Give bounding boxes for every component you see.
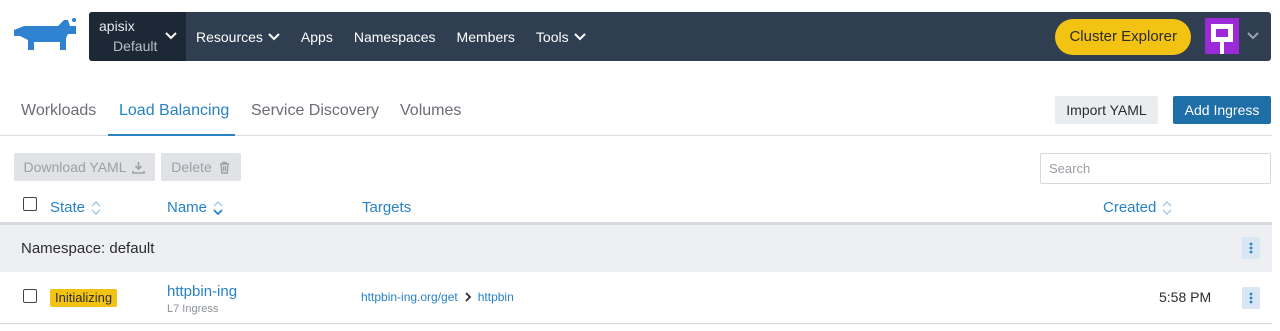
column-targets-label: Targets [362,199,412,216]
ingress-type-label: L7 Ingress [167,303,219,315]
nav-apps-label: Apps [300,28,333,45]
column-name-label: Name [167,199,208,216]
column-created-header[interactable]: Created [1103,199,1172,216]
add-ingress-button[interactable]: Add Ingress [1173,96,1271,124]
cluster-project-switcher[interactable]: apisix Default [89,12,186,61]
nav-apps[interactable]: Apps [301,29,333,45]
delete-label: Delete [171,159,212,175]
user-avatar[interactable] [1205,18,1239,54]
row-actions-menu[interactable] [1242,287,1260,309]
target-mapping: httpbin-ing.org/get httpbin [361,290,514,304]
ingress-name-link[interactable]: httpbin-ing [167,283,237,300]
download-yaml-button[interactable]: Download YAML [14,153,155,181]
search-input[interactable] [1040,153,1271,184]
target-service-link[interactable]: httpbin [478,290,514,304]
namespace-group-row: Namespace: default [0,222,1272,272]
delete-button[interactable]: Delete [161,153,241,181]
chevron-down-icon [268,32,280,40]
download-yaml-label: Download YAML [23,159,127,175]
download-icon [132,161,146,174]
chevron-down-icon [165,32,177,40]
column-name-header[interactable]: Name [167,199,223,216]
chevron-down-icon [573,32,586,40]
tab-workloads[interactable]: Workloads [21,102,96,120]
row-checkbox[interactable] [23,289,37,303]
cluster-name: apisix [99,18,135,34]
chevron-right-icon [465,292,472,302]
chevron-down-icon[interactable] [1247,31,1259,41]
project-name: Default [113,38,158,54]
nav-namespaces[interactable]: Namespaces [354,29,436,45]
namespace-group-label: Namespace: default [21,240,155,257]
sort-icon [91,200,101,215]
group-actions-menu[interactable] [1242,237,1260,259]
sort-icon [213,200,223,215]
nav-namespaces-label: Namespaces [353,28,436,45]
select-all-checkbox[interactable] [23,197,37,211]
nav-resources[interactable]: Resources [196,29,280,45]
nav-resources-label: Resources [196,28,263,45]
column-state-header[interactable]: State [50,199,101,216]
nav-tools-label: Tools [535,28,569,45]
nav-members[interactable]: Members [457,29,515,45]
top-navigation-bar: apisix Default Resources Apps Namespaces… [89,12,1271,61]
created-time: 5:58 PM [1159,289,1212,305]
kebab-icon [1249,242,1253,254]
nav-tools[interactable]: Tools [536,29,586,45]
kebab-icon [1249,292,1253,304]
sort-icon [1162,200,1172,215]
import-yaml-button[interactable]: Import YAML [1055,96,1158,124]
tab-load-balancing[interactable]: Load Balancing [119,102,229,120]
rancher-logo[interactable] [10,16,78,56]
table-header: State Name Targets Created [0,192,1272,222]
table-row: Initializing httpbin-ing L7 Ingress http… [0,272,1272,324]
status-badge: Initializing [50,289,118,307]
trash-icon [219,161,229,174]
column-created-label: Created [1103,199,1157,216]
cluster-explorer-button[interactable]: Cluster Explorer [1055,19,1191,55]
column-targets-header: Targets [362,199,411,216]
nav-members-label: Members [456,28,515,45]
column-state-label: State [50,199,86,216]
active-tab-indicator [108,134,235,136]
target-host-link[interactable]: httpbin-ing.org/get [361,290,458,304]
tab-volumes[interactable]: Volumes [400,102,461,120]
tab-service-discovery[interactable]: Service Discovery [251,102,379,120]
